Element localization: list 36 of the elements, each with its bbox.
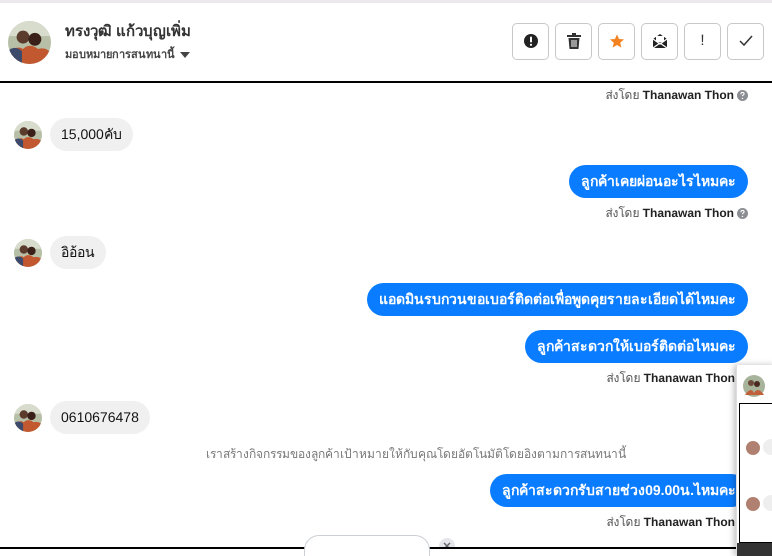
sent-by-label: ส่งโดย bbox=[606, 370, 641, 387]
sent-by-label: ส่งโดย bbox=[606, 205, 640, 222]
trash-button[interactable] bbox=[555, 22, 592, 60]
star-button[interactable] bbox=[598, 22, 635, 60]
message-bubble: แอดมินรบกวนขอเบอร์ติดต่อเพื่อพูดคุยรายละเอียดได้ไหมคะ bbox=[367, 283, 748, 316]
message-bubble: ลูกค้าสะดวกให้เบอร์ติดต่อไหมคะ bbox=[525, 330, 748, 363]
check-button[interactable] bbox=[727, 22, 764, 60]
help-icon[interactable] bbox=[737, 90, 748, 100]
message-bubble: 15,000คับ bbox=[50, 118, 133, 151]
popup-footer bbox=[737, 543, 772, 556]
caret-icon bbox=[180, 52, 190, 58]
sender-name: Thanawan Thon bbox=[644, 514, 735, 531]
message-bubble: อิอ้อน bbox=[50, 236, 106, 269]
mail-button[interactable] bbox=[641, 22, 678, 60]
envelope-icon bbox=[652, 33, 668, 49]
avatar-icon bbox=[746, 497, 760, 511]
help-icon[interactable] bbox=[737, 208, 748, 218]
trash-icon bbox=[566, 33, 580, 49]
contact-name: ทรงวุฒิ แก้วบุญเพิ่ม bbox=[65, 21, 192, 44]
system-note: เราสร้างกิจกรรมของลูกค้าเป้าหมายให้กับคุณโดยอัตโนมัติโดยอิงตามการสนทนานี้ bbox=[206, 445, 626, 463]
avatar-icon bbox=[746, 441, 760, 455]
sender-name: Thanawan Thon bbox=[642, 205, 734, 222]
alert-button[interactable] bbox=[512, 22, 549, 60]
sender-name: Thanawan Thon bbox=[644, 370, 735, 387]
check-icon bbox=[738, 35, 752, 47]
sent-by-label: ส่งโดย bbox=[606, 514, 641, 531]
sent-by-label: ส่งโดย bbox=[606, 87, 640, 104]
message-bubble: ลูกค้าเคยผ่อนอะไรไหมคะ bbox=[569, 165, 748, 198]
important-button[interactable]: ! bbox=[684, 22, 721, 60]
avatar-icon bbox=[743, 375, 765, 397]
close-icon[interactable] bbox=[439, 538, 455, 547]
sender-name: Thanawan Thon bbox=[642, 87, 734, 104]
alert-icon bbox=[522, 33, 538, 49]
star-icon bbox=[608, 33, 624, 49]
message-bubble: 0610676478 bbox=[50, 401, 150, 434]
assign-dropdown[interactable]: มอบหมายการสนทนานี้ bbox=[65, 46, 192, 63]
